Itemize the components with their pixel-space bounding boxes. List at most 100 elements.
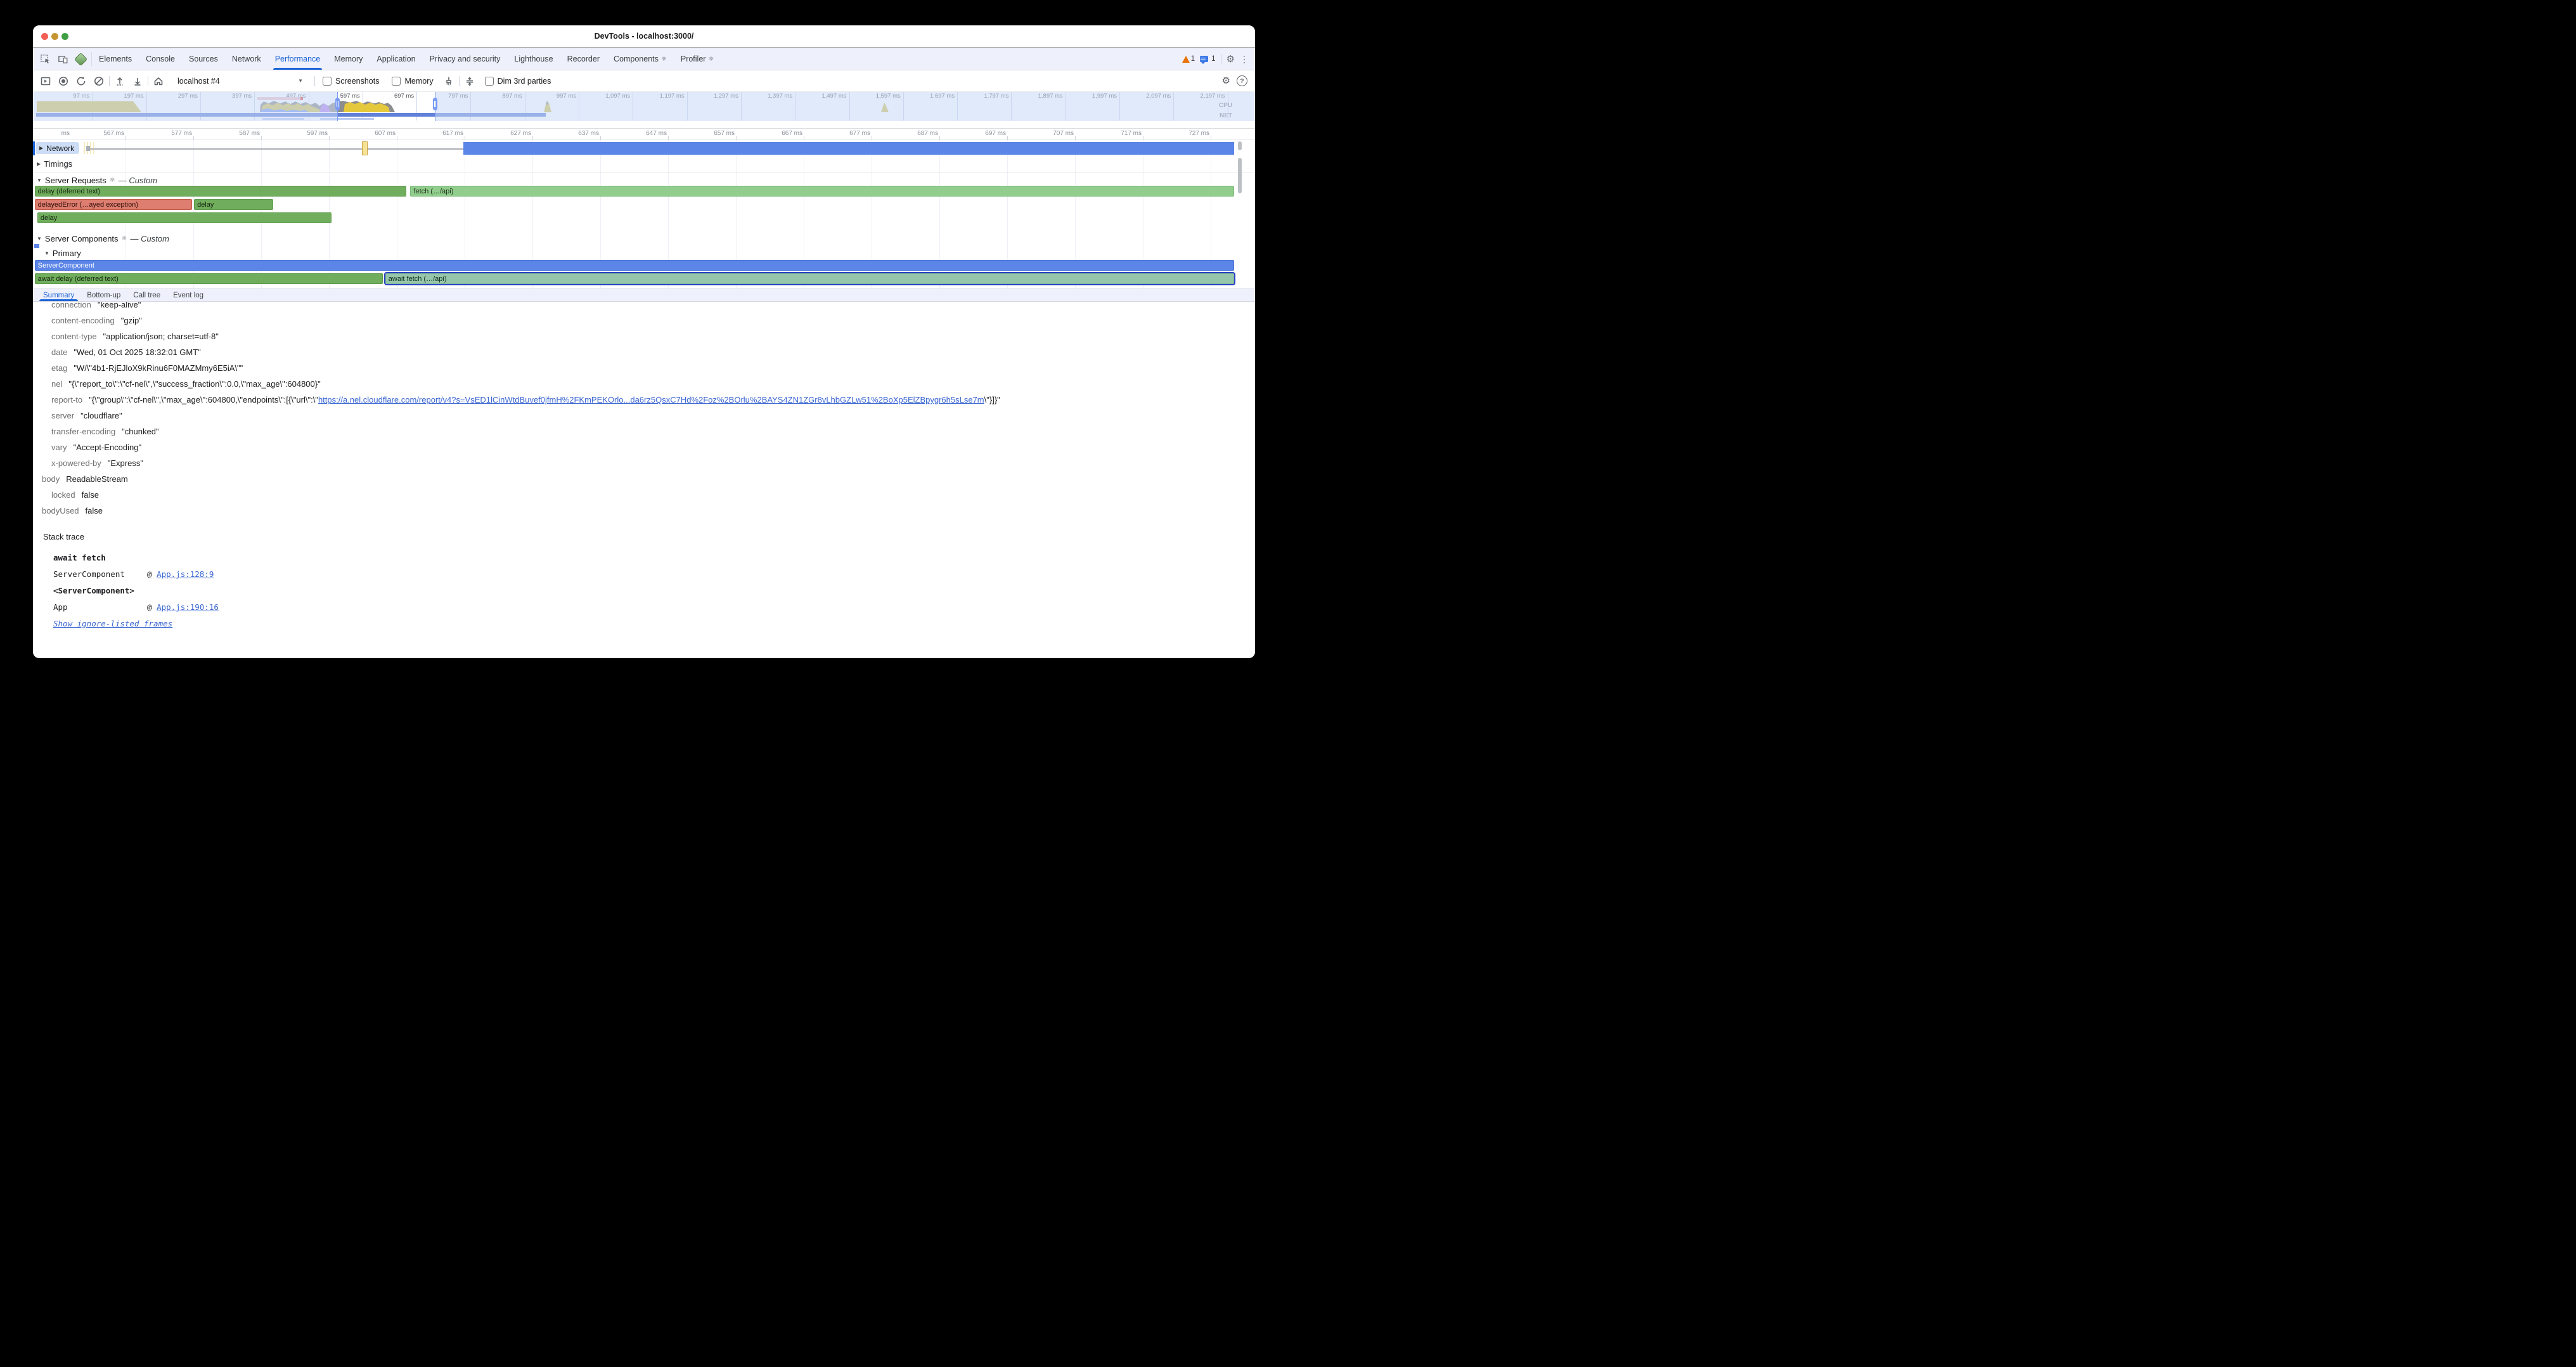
tab-memory[interactable]: Memory bbox=[327, 48, 370, 70]
frame-name: ServerComponent bbox=[53, 566, 147, 583]
tab-profiler[interactable]: Profiler⚛ bbox=[674, 48, 721, 70]
flame-bar[interactable]: delay bbox=[37, 212, 332, 223]
details-tab-summary[interactable]: Summary bbox=[37, 289, 80, 301]
primary-subtrack-header[interactable]: ▼ Primary bbox=[44, 248, 81, 259]
tab-privacy-and-security[interactable]: Privacy and security bbox=[423, 48, 508, 70]
property-value: "W/\"4b1-RjEJloX9kRinu6F0MAZMmy6E5iA\"" bbox=[74, 363, 243, 373]
tab-components[interactable]: Components⚛ bbox=[607, 48, 674, 70]
ruler-tick bbox=[939, 136, 940, 139]
flame-bar[interactable]: delay (deferred text) bbox=[35, 186, 406, 197]
frame-name: App bbox=[53, 599, 147, 616]
show-ignore-listed-frames-link[interactable]: Show ignore-listed frames bbox=[53, 619, 172, 628]
details-tab-bottom-up[interactable]: Bottom-up bbox=[80, 289, 127, 301]
source-location-link[interactable]: App.js:128:9 bbox=[157, 569, 214, 579]
flame-bar[interactable]: await fetch (…/api) bbox=[385, 273, 1234, 284]
property-key: body bbox=[42, 474, 60, 484]
frame-name: await fetch bbox=[53, 550, 147, 566]
selection-handle-right[interactable] bbox=[433, 98, 437, 110]
tab-lighthouse[interactable]: Lighthouse bbox=[507, 48, 560, 70]
flame-bar[interactable]: fetch (…/api) bbox=[410, 186, 1234, 197]
kebab-menu-icon[interactable]: ⋮ bbox=[1240, 55, 1249, 63]
collapse-arrow-icon: ▼ bbox=[37, 178, 42, 183]
profile-select[interactable]: localhost #4 ▼ bbox=[172, 75, 308, 87]
ruler-tick bbox=[600, 136, 601, 139]
network-track-label[interactable]: ▶ Network bbox=[35, 142, 79, 154]
dim-3rd-parties-checkbox[interactable]: Dim 3rd parties bbox=[485, 77, 551, 86]
window-title: DevTools - localhost:3000/ bbox=[33, 25, 1255, 48]
server-components-header[interactable]: ▼ Server Components ⚛ — Custom bbox=[37, 233, 169, 244]
flame-bar[interactable]: await delay (deferred text) bbox=[35, 273, 383, 284]
clear-icon[interactable] bbox=[91, 74, 106, 89]
property-row: etag "W/\"4b1-RjEJloX9kRinu6F0MAZMmy6E5iA… bbox=[33, 360, 1255, 376]
details-tabbar: SummaryBottom-upCall treeEvent log bbox=[33, 288, 1255, 302]
report-to-url-link[interactable]: https://a.nel.cloudflare.com/report/v4?s… bbox=[318, 395, 984, 405]
scrollbar-thumb[interactable] bbox=[1238, 158, 1242, 193]
record-icon[interactable] bbox=[56, 74, 71, 89]
device-toolbar-icon[interactable] bbox=[56, 52, 70, 66]
expand-arrow-icon: ▶ bbox=[37, 161, 41, 167]
extension-gem-icon[interactable] bbox=[74, 52, 87, 66]
details-tab-event-log[interactable]: Event log bbox=[167, 289, 210, 301]
property-value: "Express" bbox=[108, 458, 143, 468]
panel-tabs: ElementsConsoleSourcesNetworkPerformance… bbox=[92, 48, 721, 70]
property-value: "cloudflare" bbox=[80, 411, 122, 420]
save-profile-icon[interactable] bbox=[130, 74, 145, 89]
help-icon[interactable]: ? bbox=[1237, 75, 1247, 86]
property-value: false bbox=[86, 506, 103, 515]
message-badge[interactable]: 1 bbox=[1200, 55, 1215, 63]
tab-elements[interactable]: Elements bbox=[92, 48, 139, 70]
network-request-bar[interactable] bbox=[463, 142, 1234, 155]
divider bbox=[314, 76, 315, 86]
settings-gear-icon[interactable]: ⚙ bbox=[1227, 55, 1235, 64]
flamechart-tracks: ▶ Network ▶ Timings ▼ Server Requests ⚛ … bbox=[33, 140, 1255, 288]
flame-bar[interactable]: ServerComponent bbox=[35, 260, 1234, 271]
reload-record-icon[interactable] bbox=[74, 74, 89, 89]
home-icon[interactable] bbox=[151, 74, 166, 89]
selection-handle-left[interactable] bbox=[335, 98, 340, 110]
memory-checkbox[interactable]: Memory bbox=[392, 77, 433, 86]
inspect-element-icon[interactable] bbox=[38, 52, 52, 66]
network-event-marker[interactable] bbox=[362, 141, 368, 155]
ruler-tick-label: 637 ms bbox=[555, 130, 599, 137]
titlebar: DevTools - localhost:3000/ bbox=[33, 25, 1255, 48]
ruler-tick-label: 627 ms bbox=[487, 130, 531, 137]
tab-performance[interactable]: Performance bbox=[268, 48, 328, 70]
tab-console[interactable]: Console bbox=[139, 48, 182, 70]
ruler-tick bbox=[1075, 136, 1076, 139]
scrollbar-thumb[interactable] bbox=[1238, 141, 1242, 150]
tab-recorder[interactable]: Recorder bbox=[560, 48, 607, 70]
ruler-tick-label: 707 ms bbox=[1029, 130, 1074, 137]
checkbox-icon bbox=[392, 77, 401, 86]
property-row: nel"{\"report_to\":\"cf-nel\",\"success_… bbox=[33, 376, 1255, 392]
garbage-collect-icon[interactable] bbox=[441, 74, 456, 89]
flame-bar[interactable]: delayedError (…ayed exception) bbox=[35, 199, 192, 210]
ruler-tick-label: 687 ms bbox=[894, 130, 938, 137]
tab-network[interactable]: Network bbox=[225, 48, 268, 70]
ruler-tick bbox=[1007, 136, 1008, 139]
capture-settings-gear-icon[interactable]: ⚙ bbox=[1222, 76, 1230, 86]
property-key: transfer-encoding bbox=[51, 427, 115, 436]
devtools-window: DevTools - localhost:3000/ ElementsConso… bbox=[33, 25, 1255, 658]
flame-bar[interactable]: delay bbox=[194, 199, 273, 210]
warning-count: 1 bbox=[1191, 55, 1195, 63]
property-row: date"Wed, 01 Oct 2025 18:32:01 GMT" bbox=[33, 344, 1255, 360]
toggle-sidebar-icon[interactable] bbox=[38, 74, 53, 89]
property-key: etag bbox=[51, 363, 67, 373]
overview-tick-label: 697 ms bbox=[372, 93, 414, 99]
server-components-row: ServerComponent bbox=[33, 260, 1255, 271]
property-key: vary bbox=[51, 443, 67, 452]
network-track[interactable]: ▶ Network bbox=[33, 141, 1255, 155]
tab-sources[interactable]: Sources bbox=[182, 48, 225, 70]
tab-application[interactable]: Application bbox=[370, 48, 422, 70]
screenshots-checkbox[interactable]: Screenshots bbox=[323, 77, 379, 86]
load-profile-icon[interactable] bbox=[112, 74, 127, 89]
server-requests-header[interactable]: ▼ Server Requests ⚛ — Custom bbox=[37, 175, 157, 186]
timeline-overview[interactable]: 97 ms197 ms297 ms397 ms497 ms597 ms697 m… bbox=[33, 92, 1255, 129]
source-location-link[interactable]: App.js:190:16 bbox=[157, 602, 219, 612]
timings-track[interactable]: ▶ Timings bbox=[37, 157, 72, 171]
warning-badge[interactable]: 1 bbox=[1182, 55, 1195, 63]
property-value: "{\"group\":\"cf-nel\",\"max_age\":60480… bbox=[89, 395, 1000, 405]
collapse-tracks-icon[interactable] bbox=[462, 74, 477, 89]
details-tab-call-tree[interactable]: Call tree bbox=[127, 289, 167, 301]
ruler-tick bbox=[193, 136, 194, 139]
